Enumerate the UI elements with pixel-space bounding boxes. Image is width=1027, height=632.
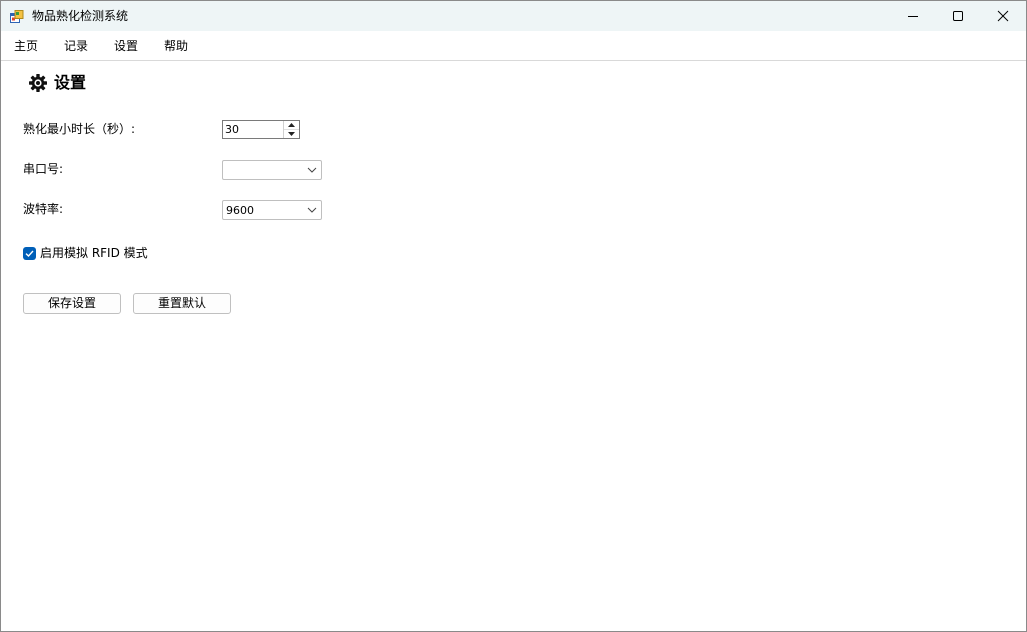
maximize-button[interactable] — [935, 1, 981, 31]
baud-rate-label: 波特率: — [23, 202, 64, 216]
serial-port-label: 串口号: — [23, 162, 64, 176]
chevron-down-icon — [307, 207, 317, 213]
app-form-icon — [10, 9, 24, 23]
page-title: 设置 — [54, 73, 87, 92]
reset-defaults-button[interactable]: 重置默认 — [133, 293, 231, 314]
simulate-rfid-checkbox[interactable] — [23, 247, 36, 260]
checkmark-icon — [25, 250, 34, 258]
settings-panel: 设置 熟化最小时长（秒）: 30 串口号: 波特率: 9600 启用模拟 RFI… — [1, 61, 1026, 631]
title-bar: 物品熟化检测系统 — [1, 1, 1026, 31]
close-icon — [997, 10, 1009, 22]
menu-item-records[interactable]: 记录 — [64, 38, 88, 54]
arrow-up-icon — [288, 123, 295, 127]
menu-item-settings[interactable]: 设置 — [114, 38, 138, 54]
close-button[interactable] — [980, 1, 1026, 31]
minimize-icon — [908, 16, 918, 17]
minimize-button[interactable] — [890, 1, 936, 31]
app-window: 物品熟化检测系统 主页 记录 设置 帮助 设置 熟化最小时长（秒）: 30 串口… — [0, 0, 1027, 632]
min-duration-value[interactable]: 30 — [225, 122, 239, 137]
simulate-rfid-label[interactable]: 启用模拟 RFID 模式 — [40, 245, 148, 261]
spin-down-button[interactable] — [284, 130, 299, 138]
min-duration-label: 熟化最小时长（秒）: — [23, 122, 136, 136]
save-settings-button[interactable]: 保存设置 — [23, 293, 121, 314]
spin-up-button[interactable] — [284, 121, 299, 130]
maximize-icon — [953, 11, 963, 21]
arrow-down-icon — [288, 132, 295, 136]
baud-rate-select[interactable]: 9600 — [222, 200, 322, 220]
menu-item-help[interactable]: 帮助 — [164, 38, 188, 54]
menu-bar: 主页 记录 设置 帮助 — [1, 31, 1026, 61]
min-duration-stepper[interactable]: 30 — [222, 120, 300, 139]
serial-port-select[interactable] — [222, 160, 322, 180]
spin-buttons — [283, 121, 299, 138]
baud-rate-value: 9600 — [226, 204, 254, 217]
gear-icon — [28, 73, 48, 93]
window-title: 物品熟化检测系统 — [32, 9, 129, 23]
menu-item-home[interactable]: 主页 — [14, 38, 38, 54]
chevron-down-icon — [307, 167, 317, 173]
